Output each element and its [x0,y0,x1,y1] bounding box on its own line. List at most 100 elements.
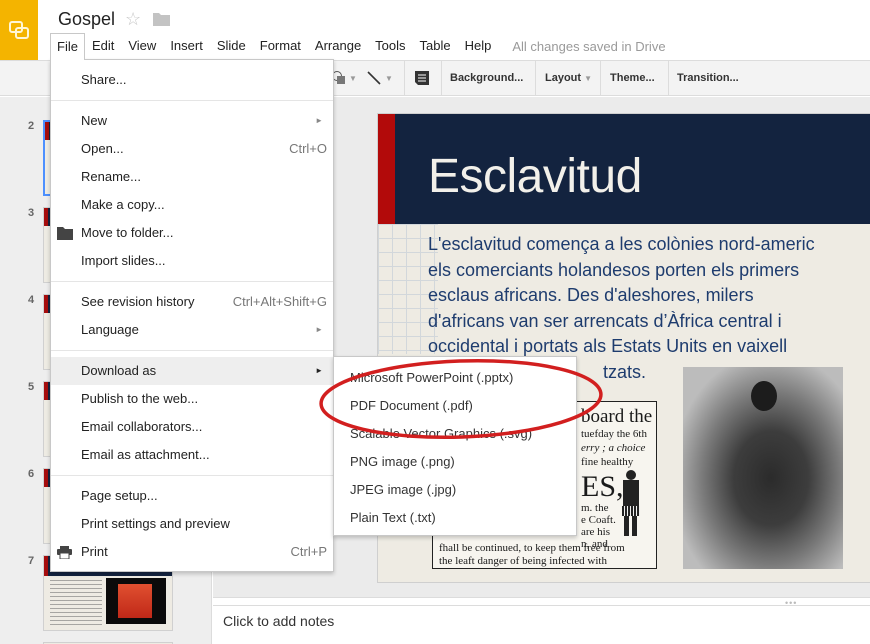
submenu-arrow-icon: ► [315,116,323,125]
line-tool[interactable]: ▼ [366,61,393,95]
menu-insert[interactable]: Insert [163,33,210,59]
menu-item-share[interactable]: Share... [51,66,333,94]
menu-item-print[interactable]: Print Ctrl+P [51,538,333,566]
slides-logo[interactable] [0,0,38,60]
chevron-down-icon: ▼ [349,73,357,83]
menu-item-language[interactable]: Language ► [51,316,333,344]
menu-file[interactable]: File [50,32,85,60]
theme-button[interactable]: Theme... [610,61,655,95]
download-svg[interactable]: Scalable Vector Graphics (.svg) [350,420,532,448]
save-status: All changes saved in Drive [512,38,666,54]
slide-number: 2 [28,120,35,132]
ad-text: e Coaft. [581,514,616,526]
photo-figure [751,381,777,411]
submenu-arrow-icon: ► [315,325,323,334]
menu-item-make-copy[interactable]: Make a copy... [51,191,333,219]
download-pptx[interactable]: Microsoft PowerPoint (.pptx) [350,364,513,392]
menu-item-label: Email collaborators... [81,419,203,434]
ad-text: erry ; a choice [581,442,646,454]
menu-format[interactable]: Format [253,33,308,59]
menu-item-print-settings[interactable]: Print settings and preview [51,510,333,538]
menu-arrange[interactable]: Arrange [308,33,368,59]
menu-item-download-as[interactable]: Download as ► [51,357,333,385]
menu-item-open[interactable]: Open... Ctrl+O [51,135,333,163]
menu-item-new[interactable]: New ► [51,107,333,135]
menu-item-label: Publish to the web... [81,391,199,406]
comment-icon [415,71,429,85]
download-as-submenu: Microsoft PowerPoint (.pptx) PDF Documen… [333,356,577,536]
menu-item-label: Move to folder... [81,225,174,240]
notes-resize-handle[interactable] [213,597,870,606]
slide-number: 7 [28,555,35,567]
menu-item-label: Email as attachment... [81,447,210,462]
menu-item-revision-history[interactable]: See revision history Ctrl+Alt+Shift+G [51,288,333,316]
slide-number: 6 [28,468,35,480]
menu-item-label: Import slides... [81,253,166,268]
body-line: esclaus africans. Des d'aleshores, miler… [428,285,754,305]
body-line: els comerciants holandesos porten els pr… [428,259,800,280]
slide-number: 5 [28,381,35,393]
menu-item-email-collaborators[interactable]: Email collaborators... [51,413,333,441]
menu-table[interactable]: Table [413,33,458,59]
menu-edit[interactable]: Edit [85,33,121,59]
menu-item-label: Rename... [81,169,141,184]
thumb-text [50,580,102,626]
download-txt[interactable]: Plain Text (.txt) [350,504,436,532]
slides-logo-icon [9,21,29,39]
menu-item-label: Page setup... [81,488,158,503]
menu-help[interactable]: Help [458,33,499,59]
folder-icon [57,227,73,240]
menu-item-label: New [81,113,108,128]
download-pdf[interactable]: PDF Document (.pdf) [350,392,473,420]
menu-item-publish[interactable]: Publish to the web... [51,385,333,413]
slide-number: 3 [28,207,35,219]
menu-item-move-to-folder[interactable]: Move to folder... [51,219,333,247]
body-line: d'africans van ser arrencats d’Àfrica ce… [428,310,782,331]
body-line: L'esclavitud comença a les colònies nord… [428,234,815,254]
menu-item-email-attachment[interactable]: Email as attachment... [51,441,333,469]
chevron-down-icon: ▼ [584,73,592,83]
menu-view[interactable]: View [121,33,163,59]
comment-button[interactable] [414,61,430,95]
ad-text: tuefday the 6th [581,428,647,440]
transition-button[interactable]: Transition... [677,61,739,95]
layout-button[interactable]: Layout ▼ [545,61,592,95]
shape-tool[interactable]: ▼ [332,61,357,95]
menu-item-page-setup[interactable]: Page setup... [51,482,333,510]
print-icon [57,546,72,559]
menu-item-rename[interactable]: Rename... [51,163,333,191]
background-button[interactable]: Background... [450,61,523,95]
ad-text: fine healthy [581,456,634,468]
document-title[interactable]: Gospel [58,9,115,30]
ad-figure [619,470,643,540]
shortcut-label: Ctrl+Alt+Shift+G [232,294,327,309]
ad-text: m. the [581,502,609,514]
menu-tools[interactable]: Tools [368,33,412,59]
menu-item-label: Download as [81,363,157,378]
thumb-image [106,578,166,624]
ad-text: are his [581,526,611,538]
notes-placeholder: Click to add notes [223,613,335,629]
slide-number: 4 [28,294,35,306]
menu-item-import-slides[interactable]: Import slides... [51,247,333,275]
slide-accent-bar [378,114,395,224]
line-icon [367,71,381,85]
star-icon[interactable]: ☆ [125,9,141,30]
menu-item-label: See revision history [81,294,195,309]
menu-item-label: Print settings and preview [81,516,230,531]
folder-icon[interactable] [153,12,170,26]
submenu-arrow-icon: ► [315,366,323,375]
enslaved-man-photo[interactable] [683,367,843,569]
speaker-notes[interactable]: Click to add notes [213,607,870,644]
download-png[interactable]: PNG image (.png) [350,448,455,476]
layout-label: Layout [545,72,582,84]
shape-icon [332,71,345,84]
slide-title[interactable]: Esclavitud [428,149,642,204]
ad-text: fhall be continued, to keep them free fr… [439,542,625,554]
download-jpg[interactable]: JPEG image (.jpg) [350,476,456,504]
menu-item-label: Language [81,322,139,337]
ad-text: board the [581,406,653,427]
menu-slide[interactable]: Slide [210,33,253,59]
menu-item-label: Share... [81,72,127,87]
menu-item-label: Print [81,544,108,559]
